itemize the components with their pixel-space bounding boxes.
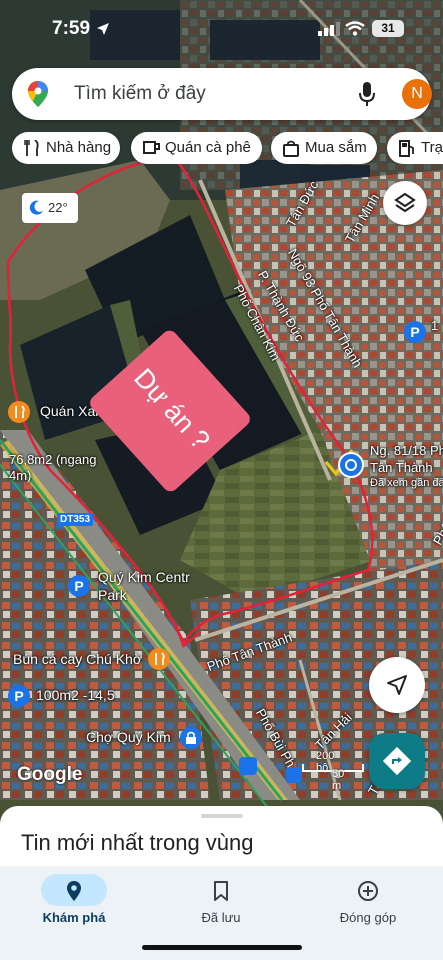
status-bar: 7:59 31 xyxy=(0,16,443,46)
tab-label: Khám phá xyxy=(42,910,106,925)
tab-explore[interactable]: Khám phá xyxy=(14,874,134,930)
tab-label: Đóng góp xyxy=(339,910,397,925)
shopping-bag-icon xyxy=(283,140,299,157)
tab-label: Đã lưu xyxy=(201,910,241,925)
directions-button[interactable] xyxy=(369,733,425,789)
battery-indicator: 31 xyxy=(372,20,404,37)
fork-knife-icon xyxy=(24,140,39,156)
bus-stop-icon[interactable] xyxy=(286,767,302,783)
category-chips: Nhà hàng Quán cà phê Mua sắm Trạm xyxy=(12,132,443,164)
wifi-icon xyxy=(345,21,365,36)
chip-label: Trạm xyxy=(421,139,443,156)
listing-label-100m2: 100m2 -14,5 xyxy=(36,687,115,703)
tab-contribute[interactable]: Đóng góp xyxy=(308,874,428,930)
google-logo: Google xyxy=(17,764,83,785)
gas-pump-icon xyxy=(399,140,414,157)
moon-icon xyxy=(29,200,43,215)
poi-label-visited: Đã xem gần đâ xyxy=(370,477,443,489)
bus-stop-icon[interactable] xyxy=(239,757,257,775)
chip-cafes[interactable]: Quán cà phê xyxy=(131,132,262,164)
sheet-title: Tin mới nhất trong vùng xyxy=(21,830,254,855)
scale-m: 50 m xyxy=(332,768,345,792)
poi-label-tan-thanh: Tân Thành xyxy=(370,460,433,475)
search-input[interactable]: Tìm kiếm ở đây xyxy=(74,83,206,105)
weather-badge[interactable]: 22° xyxy=(22,193,78,223)
poi-label-quy-kim-centr: Quý Kim Centr xyxy=(98,569,190,585)
microphone-icon[interactable] xyxy=(358,81,376,107)
google-maps-pin-icon xyxy=(28,81,48,107)
sheet-handle[interactable] xyxy=(201,814,243,818)
chip-restaurants[interactable]: Nhà hàng xyxy=(12,132,120,164)
parking-icon[interactable]: P xyxy=(8,685,30,707)
chip-label: Mua sắm xyxy=(305,139,367,156)
poi-label-cho-quy-kim: Chợ Quý Kim xyxy=(86,729,171,745)
restaurant-pin-icon[interactable] xyxy=(148,648,170,670)
chip-label: Nhà hàng xyxy=(46,139,112,156)
map-pin-icon xyxy=(67,881,81,901)
poi-label-bun-ca: Bún cá cay Chú Khờ xyxy=(13,651,143,667)
home-indicator xyxy=(142,945,302,950)
navigation-arrow-icon xyxy=(387,675,407,695)
parking-icon[interactable]: P xyxy=(404,321,426,343)
layers-icon xyxy=(394,192,416,213)
layers-button[interactable] xyxy=(383,181,427,225)
clock: 7:59 xyxy=(52,18,91,39)
tab-saved[interactable]: Đã lưu xyxy=(161,874,281,930)
road-badge-dt353: DT353 xyxy=(57,513,94,526)
search-bar[interactable]: Tìm kiếm ở đây N xyxy=(12,68,432,120)
cellular-signal-icon xyxy=(318,22,340,36)
bookmark-icon xyxy=(214,881,228,901)
poi-label-park: Park xyxy=(98,587,127,603)
parking-icon[interactable]: P xyxy=(68,575,90,597)
svg-text:P: P xyxy=(410,324,419,340)
coffee-icon xyxy=(143,141,160,154)
location-arrow-icon xyxy=(97,23,109,35)
my-location-button[interactable] xyxy=(369,657,425,713)
plus-circle-icon xyxy=(358,881,378,901)
listing-label-76m2: 76,8m2 (ngang xyxy=(9,452,97,467)
restaurant-pin-icon[interactable] xyxy=(8,401,30,423)
market-lock-icon[interactable] xyxy=(180,727,202,749)
directions-icon xyxy=(383,747,411,775)
visited-place-icon[interactable] xyxy=(338,452,364,478)
avatar[interactable]: N xyxy=(402,79,432,109)
poi-label-parking-top: 1 xyxy=(431,318,439,333)
chip-shopping[interactable]: Mua sắm xyxy=(271,132,377,164)
temperature: 22° xyxy=(48,200,68,215)
chip-label: Quán cà phê xyxy=(165,139,251,156)
chip-gas-stations[interactable]: Trạm xyxy=(387,132,443,164)
poi-label-ng-81-18: Ng. 81/18 Ph xyxy=(370,443,443,458)
svg-text:P: P xyxy=(14,688,23,704)
listing-label-4m: 4m) xyxy=(9,468,32,483)
svg-text:P: P xyxy=(74,578,83,594)
